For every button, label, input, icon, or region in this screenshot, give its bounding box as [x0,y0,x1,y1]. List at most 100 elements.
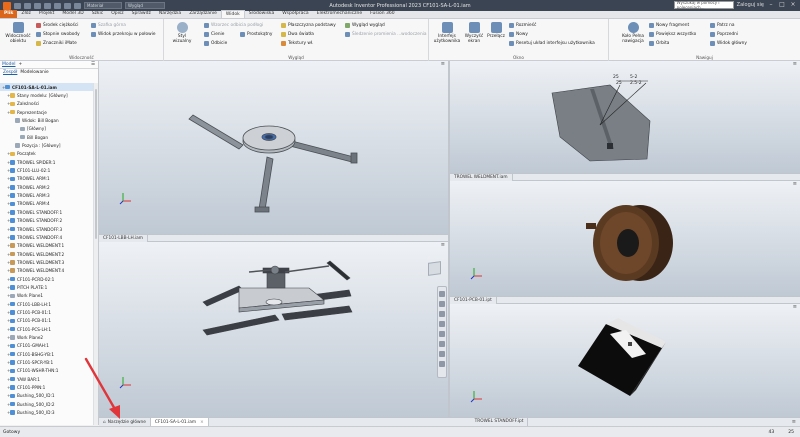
tree-node[interactable]: + Reprezentacje [0,108,93,116]
zoom-icon[interactable] [439,311,445,317]
textures-button[interactable]: Tekstury wł. [281,41,313,46]
browser-menu-icon[interactable]: ☰ [91,62,95,67]
tab-3d-model[interactable]: Model 3D [58,10,87,18]
orbit-button[interactable]: Orbita [649,41,669,46]
save-icon[interactable] [34,2,41,9]
document-menu-icon[interactable]: ≡ [792,419,796,425]
zoom-window-icon[interactable] [439,341,445,347]
degrees-of-freedom-button[interactable]: Stopnie swobody [36,32,80,37]
open-file-icon[interactable] [24,2,31,9]
tree-node[interactable]: Widok: Bill Bogan [0,116,93,124]
tree-node[interactable]: + PITCH PLATE:1 [0,283,93,291]
nav-more-icon[interactable] [439,351,445,357]
tab-file[interactable]: Plik [0,10,18,18]
close-icon[interactable]: × [789,1,797,9]
tab-electromechanical[interactable]: Elektromechaniczne [313,10,367,18]
ground-reflection-button[interactable]: Wzorzec odbicia podłogi [204,23,263,28]
tree-node[interactable]: + TROWEL WELDMENT:4 [0,267,93,275]
tree-node[interactable]: + CF101-WSHR-THN:1 [0,367,93,375]
tree-node[interactable]: + YAW BAR:1 [0,375,93,383]
tree-node[interactable]: + CF101-PCB-01:1 [0,317,93,325]
tree-node[interactable]: + TROWEL STANDOFF:1 [0,208,93,216]
tab-manage[interactable]: Zarządzanie [185,10,221,18]
inventor-logo-icon[interactable] [3,1,11,10]
previous-view-button[interactable]: Poprzedni [710,32,738,37]
tree-node[interactable]: + CF101-PCB-01:1 [0,308,93,316]
tree-node[interactable]: + Bushing_500_ID:3 [0,408,93,416]
shadows-button[interactable]: Cienie [204,32,224,37]
nav-settings-icon[interactable] [439,361,445,367]
tree-node[interactable]: + TROWEL ARM:1 [0,175,93,183]
tab-assemble[interactable]: Złóż [17,10,34,18]
lighting-button[interactable]: Dwa światła [281,32,314,37]
reset-layout-button[interactable]: Resetuj układ interfejsu użytkownika [509,41,595,46]
viewport-caption-trowel-standoff[interactable]: TROWEL STANDOFF.ipt [470,418,529,426]
tab-fusion-360[interactable]: Fusion 360 [366,10,398,18]
tab-environments[interactable]: Środowiska [245,10,279,18]
tree-node[interactable]: + CF101-BSHG-YB:1 [0,350,93,358]
tab-sketch[interactable]: Szkic [88,10,108,18]
viewport-lbb-lh[interactable]: ≡ [99,61,448,234]
tree-node[interactable]: + CF101-PCS-LH:1 [0,325,93,333]
minimize-icon[interactable]: – [767,1,775,9]
select-icon[interactable] [74,2,81,9]
tab-design[interactable]: Projekt [35,10,59,18]
undo-icon[interactable] [44,2,51,9]
viewport-splitter[interactable] [448,61,450,417]
tree-node[interactable]: + TROWEL ARM:4 [0,200,93,208]
tree-node[interactable]: + TROWEL STANDOFF:3 [0,225,93,233]
viewport-caption-lbb-lh[interactable]: CF101-LBB-LH.iam [99,235,148,242]
tree-node[interactable]: + Początek [0,150,93,158]
pan-icon[interactable] [439,301,445,307]
tree-node[interactable]: + Zależności [0,100,93,108]
hide-others-button[interactable]: Szafka górna [91,23,126,28]
help-search-input[interactable]: Wyszukaj w pomocy i poleceniach... [673,0,734,10]
look-at-icon[interactable] [439,331,445,337]
visual-style-button[interactable]: Styl wizualny [168,22,196,44]
tree-node[interactable]: + CF101-LLU-02:1 [0,166,93,174]
tree-node[interactable]: + Work Plane1 [0,292,93,300]
object-visibility-button[interactable]: Widoczność obiektu [3,22,33,44]
browser-tab-add[interactable]: + [19,62,23,67]
appearance-style-button[interactable]: Wygląd wygląd [345,23,385,28]
redo-icon[interactable] [54,2,61,9]
tree-node[interactable]: Bill Bogan [0,133,93,141]
imate-glyphs-button[interactable]: Znaczniki iMate [36,41,77,46]
tree-node[interactable]: + CF101-GMAH:1 [0,342,93,350]
viewport-pcb-01[interactable]: ≡ [450,181,800,296]
appearance-combo[interactable]: Wygląd [125,2,165,9]
ray-tracing-button[interactable]: Śledzenie promienia ...wodoczenia [345,32,427,37]
tab-annotate[interactable]: Opisz [107,10,127,18]
full-navigation-wheel-button[interactable]: Koło Pełna nawigacja [617,22,649,44]
tab-view[interactable]: Widok [220,10,245,18]
tree-node[interactable]: + Bushing_500_ID:1 [0,392,93,400]
viewport-main-assembly[interactable]: ≡ [99,242,448,417]
browser-subtab-modeling[interactable]: Modelowanie [20,70,48,75]
material-combo[interactable]: Materiał [84,2,122,9]
new-file-icon[interactable] [14,2,21,9]
pan-button[interactable]: Nowy fragment [649,23,689,28]
orthographic-button[interactable]: Prostokątny [240,32,272,37]
arrange-button[interactable]: Rozmieść [509,23,536,28]
viewport-caption-trowel-weldment[interactable]: TROWEL WELDMENT.iam [450,174,513,181]
tab-inspect[interactable]: Sprawdź [128,10,155,18]
zoom-all-button[interactable]: Powiększ wszystko [649,32,696,37]
tree-node[interactable]: + TROWEL WELDMENT:3 [0,258,93,266]
tree-node[interactable]: [Główny] [0,125,93,133]
tree-node[interactable]: + Stany modelu: [Główny] [0,91,93,99]
new-window-button[interactable]: Nowy [509,32,528,37]
tree-node[interactable]: + TROWEL STANDOFF:2 [0,217,93,225]
sign-in-link[interactable]: Zaloguj się [737,2,764,8]
tab-tools[interactable]: Narzędzia [155,10,185,18]
tree-node[interactable]: + CF101-SA-L-01.iam [0,83,93,92]
user-interface-button[interactable]: Interfejs użytkownika [432,22,462,44]
tab-collaborate[interactable]: Współpraca [278,10,312,18]
tree-node[interactable]: + TROWEL ARM:2 [0,183,93,191]
tree-node[interactable]: + TROWEL STANDOFF:4 [0,233,93,241]
tree-node[interactable]: + TROWEL ARM:3 [0,191,93,199]
half-section-view-button[interactable]: Widok przekroju w połowie [91,32,155,37]
clean-screen-button[interactable]: Wyczyść ekran [463,22,485,44]
viewport-caption-pcb-01[interactable]: CF101-PCB-01.ipt [450,297,497,304]
home-view-button[interactable]: Widok główny [710,41,747,46]
scrollbar-thumb[interactable] [95,89,97,239]
